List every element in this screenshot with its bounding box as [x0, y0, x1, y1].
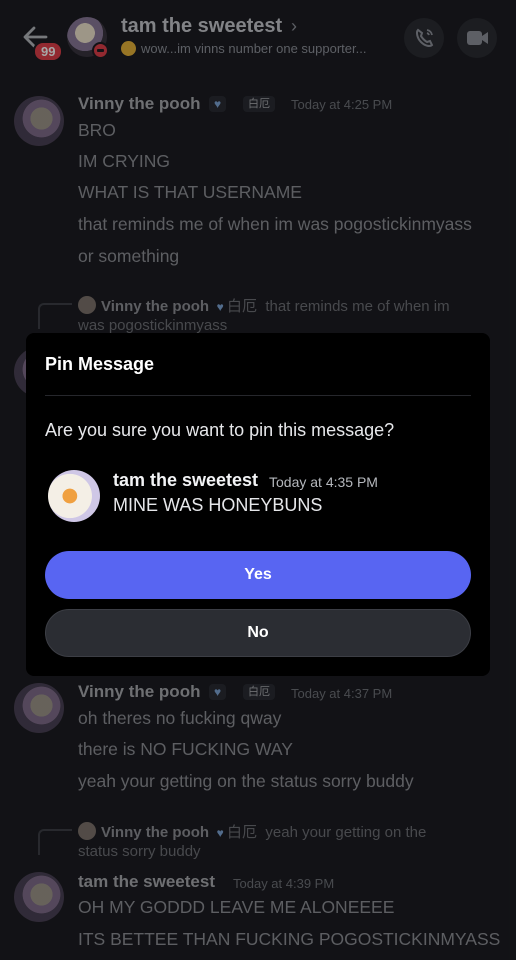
- dialog-title: Pin Message: [45, 354, 155, 374]
- dialog-question: Are you sure you want to pin this messag…: [45, 420, 395, 440]
- preview-author: tam the sweetest: [113, 470, 259, 490]
- avatar: [48, 470, 100, 522]
- yes-button[interactable]: Yes: [45, 551, 471, 599]
- preview-text: MINE WAS HONEYBUNS: [113, 495, 323, 515]
- preview-timestamp: Today at 4:35 PM: [269, 474, 378, 490]
- no-button[interactable]: No: [45, 609, 471, 657]
- divider: [45, 395, 471, 396]
- pin-message-dialog: Pin Message Are you sure you want to pin…: [26, 333, 490, 676]
